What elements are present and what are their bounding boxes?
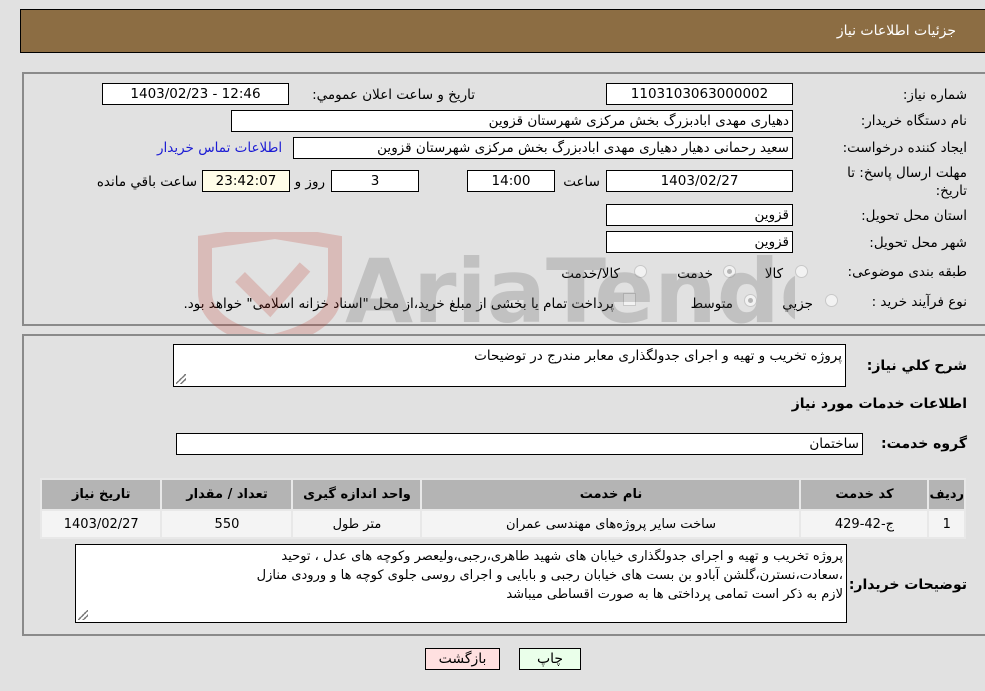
purchase-minor-label: جزیي: [782, 296, 813, 312]
cell-quantity: 550: [160, 509, 294, 539]
summary-textarea[interactable]: پروژه تخریب و تهیه و اجرای جدولگذاری معا…: [173, 344, 846, 387]
category-goods-radio[interactable]: [795, 265, 808, 278]
purchase-minor-radio[interactable]: [825, 294, 838, 307]
category-label: طبقه بندی موضوعی:: [847, 264, 967, 280]
table-header-row: ردیف کد خدمت نام خدمت واحد اندازه گیری ت…: [39, 478, 966, 511]
remaining-days-field: 3: [331, 170, 419, 192]
category-goods-label: کالا: [764, 266, 783, 282]
category-goods-service-label: کالا/خدمت: [561, 266, 620, 282]
deadline-time-label: ساعت: [563, 174, 600, 190]
col-service-name: نام خدمت: [420, 478, 802, 511]
services-table: ردیف کد خدمت نام خدمت واحد اندازه گیری ت…: [39, 478, 966, 539]
buyer-notes-label: توضیحات خریدار:: [848, 577, 967, 593]
purchase-medium-radio[interactable]: [744, 294, 757, 307]
services-section-title: اطلاعات خدمات مورد نیاز: [791, 396, 967, 412]
col-service-code: کد خدمت: [799, 478, 930, 511]
remaining-time-label: ساعت باقي مانده: [96, 174, 197, 190]
buyer-notes-line: ،سعادت،نسترن،گلشن آبادو بن بست های خیابا…: [256, 568, 843, 583]
deadline-date-field: 1403/02/27: [606, 170, 793, 192]
purchase-medium-label: متوسط: [690, 296, 733, 312]
page-title: جزئیات اطلاعات نیاز: [836, 23, 956, 39]
summary-label: شرح كلي نياز:: [866, 358, 967, 374]
need-number-label: شماره نیاز:: [902, 87, 967, 103]
back-button[interactable]: بازگشت: [425, 648, 500, 670]
service-group-field: ساختمان: [176, 433, 863, 455]
col-need-date: تاریخ نیاز: [39, 478, 163, 511]
buyer-contact-link[interactable]: اطلاعات تماس خریدار: [157, 140, 282, 156]
cell-row-number: 1: [927, 509, 966, 539]
cell-service-code: ج-42-429: [799, 509, 930, 539]
category-service-label: خدمت: [677, 266, 713, 282]
cell-need-date: 1403/02/27: [39, 509, 163, 539]
requester-field: سعید رحمانی دهیار دهیاری مهدی ابادبزرگ ب…: [293, 137, 793, 159]
table-row: 1 ج-42-429 ساخت سایر پروژه‌های مهندسی عم…: [39, 509, 966, 539]
col-quantity: تعداد / مقدار: [160, 478, 294, 511]
treasury-bonds-checkbox[interactable]: [623, 293, 636, 306]
buyer-org-label: نام دستگاه خریدار:: [860, 113, 967, 129]
need-number-field: 1103103063000002: [606, 83, 793, 105]
treasury-bonds-note: پرداخت تمام یا بخشی از مبلغ خرید،از محل …: [183, 296, 614, 312]
city-field: قزوین: [606, 231, 793, 253]
cell-unit: متر طول: [291, 509, 423, 539]
resize-grip-icon[interactable]: [78, 610, 88, 620]
buyer-notes-line: لازم به ذکر است تمامی پرداختی ها به صورت…: [506, 587, 843, 602]
deadline-label: مهلت ارسال پاسخ: تا تاریخ:: [847, 165, 967, 199]
category-service-radio[interactable]: [723, 265, 736, 278]
page-header: جزئیات اطلاعات نیاز: [20, 9, 985, 53]
col-unit: واحد اندازه گیری: [291, 478, 423, 511]
city-label: شهر محل تحویل:: [869, 235, 967, 251]
service-group-label: گروه خدمت:: [881, 436, 967, 452]
province-label: استان محل تحویل:: [861, 208, 967, 224]
buyer-org-field: دهیاری مهدی ابادبزرگ بخش مرکزی شهرستان ق…: [231, 110, 793, 132]
remaining-time-field: 23:42:07: [202, 170, 290, 192]
buyer-notes-textarea[interactable]: پروژه تخریب و تهیه و اجرای جدولگذاری خیا…: [75, 544, 847, 623]
announce-datetime-field: 1403/02/23 - 12:46: [102, 83, 289, 105]
cell-service-name: ساخت سایر پروژه‌های مهندسی عمران: [420, 509, 802, 539]
category-goods-service-radio[interactable]: [634, 265, 647, 278]
purchase-type-label: نوع فرآیند خرید :: [871, 294, 967, 310]
col-row-number: ردیف: [927, 478, 966, 511]
announce-datetime-label: تاریخ و ساعت اعلان عمومي:: [312, 87, 475, 103]
province-field: قزوین: [606, 204, 793, 226]
print-button[interactable]: چاپ: [519, 648, 581, 670]
deadline-time-field: 14:00: [467, 170, 555, 192]
requester-label: ایجاد کننده درخواست:: [842, 140, 967, 156]
summary-text: پروژه تخریب و تهیه و اجرای جدولگذاری معا…: [474, 348, 842, 364]
buyer-notes-line: پروژه تخریب و تهیه و اجرای جدولگذاری خیا…: [281, 549, 843, 564]
resize-grip-icon[interactable]: [176, 374, 186, 384]
days-label: روز و: [294, 174, 325, 190]
